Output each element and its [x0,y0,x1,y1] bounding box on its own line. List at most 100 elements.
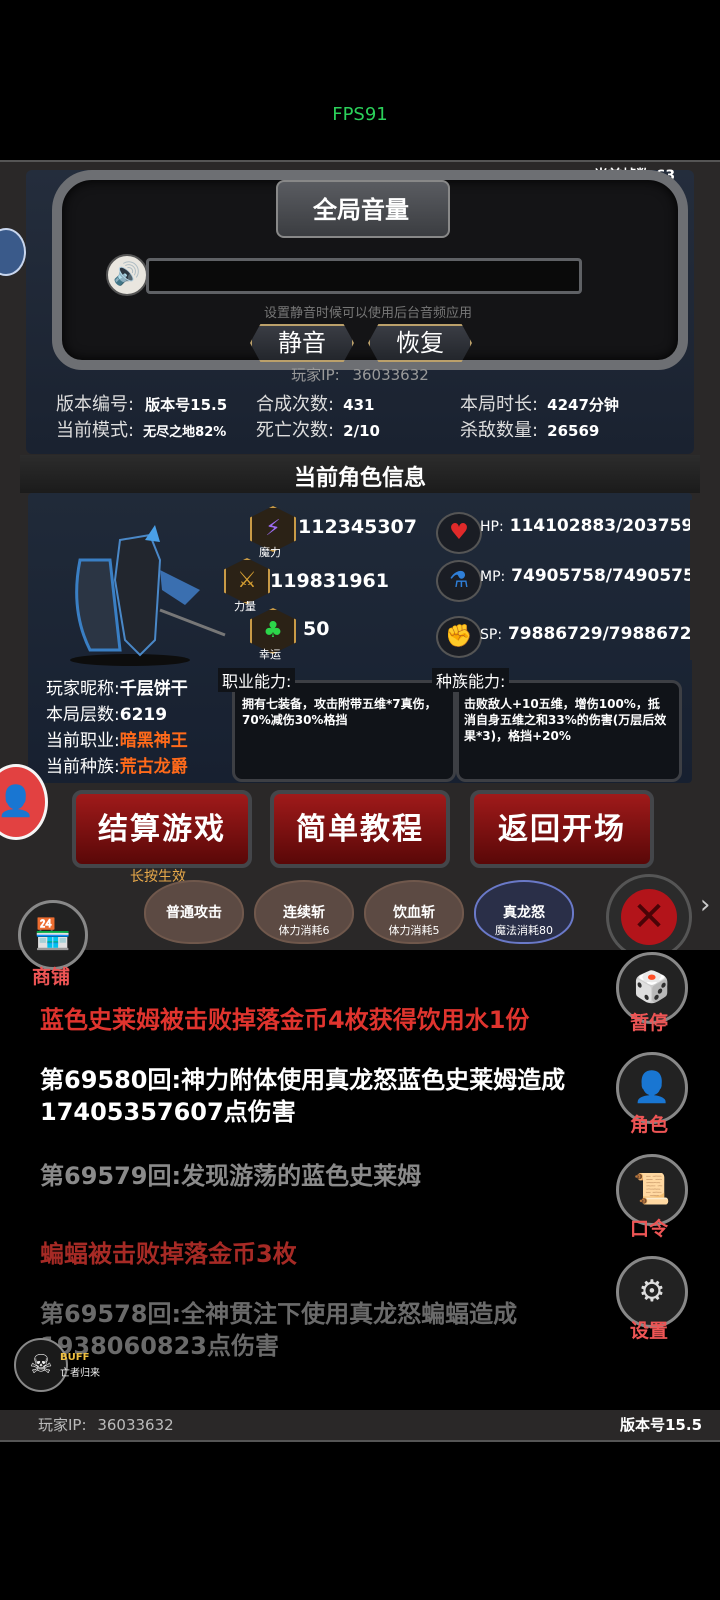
player-ip: 玩家IP: 36033632 [0,364,720,385]
stat-compose: 合成次数: 431 [256,390,374,416]
skill-name: 普通攻击 [166,905,222,921]
mp-label: MP: [480,569,506,585]
tutorial-label: 简单教程 [296,812,424,847]
command-label: 口令 [629,1218,668,1240]
character-sprite [50,520,230,670]
heart-icon: ♥ [436,512,482,554]
speaker-icon[interactable]: 🔊 [106,254,148,296]
mp-stat: MP: 74905758/7490575 [480,566,695,586]
class-ability-text: 拥有七装备，攻击附带五维*7真伤，70%减伤30%格挡 [242,697,437,727]
pause-label: 暂停 [629,1012,668,1034]
return-start-button[interactable]: 返回开场 [470,790,654,868]
skill-dragon-rage[interactable]: 真龙怒 魔法消耗80 [474,880,574,944]
luck-caption: 幸运 [259,648,281,661]
stat-version: 版本编号: 版本号15.5 [56,390,227,416]
stat-mode-value: 无尽之地82% [143,425,227,440]
volume-hint: 设置静音时候可以使用后台音频应用 [263,306,472,321]
shop-label: 商铺 [31,966,70,988]
volume-slider[interactable] [146,258,582,294]
stat-duration-label: 本局时长: [460,394,539,415]
role-section-title: 当前角色信息 [293,466,426,491]
mana-potion-icon: ⚗ [436,560,482,602]
magic-caption: 魔力 [259,546,281,559]
settle-game-label: 结算游戏 [98,812,226,847]
stat-death-label: 死亡次数: [256,420,335,441]
race-label: 当前种族: [46,757,120,777]
skill-continuous-slash[interactable]: 连续斩 体力消耗6 [254,880,354,944]
skill-cost: 体力消耗6 [278,924,330,937]
power-value: 119831961 [270,570,389,592]
stat-compose-label: 合成次数: [256,394,335,415]
skill-name: 连续斩 [283,905,325,921]
frame-edge [690,500,720,660]
stat-mode: 当前模式: 无尽之地82% [56,416,226,442]
stat-kills: 杀敌数量: 26569 [460,416,599,442]
hp-label: HP: [480,519,504,535]
log-line-1: 蓝色史莱姆被击败掉落金币4枚获得饮用水1份 [40,1006,530,1034]
buff-name: 亡者归来 [60,1368,100,1379]
race-ability-tag: 种族能力: [432,668,510,692]
role-label: 角色 [629,1114,668,1136]
log-line-2: 第69580回:神力附体使用真龙怒蓝色史莱姆造成17405357607点伤害 [40,1066,566,1126]
settle-game-button[interactable]: 结算游戏 [72,790,252,868]
class-ability-tag: 职业能力: [218,668,296,692]
mp-value: 74905758/7490575 [511,566,695,586]
stat-death-value: 2/10 [343,422,380,440]
skill-normal-attack[interactable]: 普通攻击 [144,880,244,944]
class-value: 暗黑神王 [119,731,188,751]
stat-kills-value: 26569 [547,422,600,440]
nickname-label: 玩家昵称: [46,679,120,699]
luck-value: 50 [303,618,330,640]
log-line-4: 蝙蝠被击败掉落金币3枚 [40,1240,297,1268]
skill-name: 真龙怒 [503,905,545,921]
fps-indicator: FPS91 [332,104,388,125]
hp-stat: HP: 114102883/203759 [480,516,693,536]
volume-title: 全局音量 [313,196,409,224]
player-ip-value: 36033632 [352,366,429,384]
skill-cost: 体力消耗5 [388,924,440,937]
nickname-line: 玩家昵称:千层饼干 [46,674,188,699]
magic-value: 112345307 [298,516,417,538]
skill-name: 饮血斩 [393,905,435,921]
return-start-label: 返回开场 [498,812,626,847]
class-label: 当前职业: [46,731,120,751]
race-line: 当前种族:荒古龙爵 [46,752,188,777]
settings-label: 设置 [629,1320,668,1342]
nickname-value: 千层饼干 [119,679,188,699]
tutorial-button[interactable]: 简单教程 [270,790,450,868]
footer-version: 版本号15.5 [620,1416,703,1434]
skill-cost: 魔法消耗80 [495,924,553,937]
sp-label: SP: [480,627,503,643]
restore-button[interactable]: 恢复 [368,324,472,362]
mute-button[interactable]: 静音 [250,324,354,362]
stat-compose-value: 431 [343,396,375,414]
sp-value: 79886729/7988672 [507,624,692,644]
log-line-5: 第69578回:全神贯注下使用真龙怒蝙蝠造成1938060823点伤害 [40,1300,518,1360]
stat-version-label: 版本编号: [56,394,135,415]
footer-ip: 玩家IP: 36033632 [38,1414,174,1435]
player-ip-label: 玩家IP: [291,366,340,384]
floor-value: 6219 [119,705,168,725]
shop-icon[interactable]: 🏪 [18,900,88,970]
sp-stat: SP: 79886729/7988672 [480,624,692,644]
buff-label: BUFF [60,1352,90,1363]
floor-label: 本局层数: [46,705,120,725]
class-line: 当前职业:暗黑神王 [46,726,188,751]
stat-death: 死亡次数: 2/10 [256,416,380,442]
hp-value: 114102883/203759 [509,516,694,536]
stat-duration-value: 4247分钟 [547,396,619,414]
close-icon[interactable]: ✕ [606,874,692,960]
footer-ip-value: 36033632 [97,1416,174,1434]
race-value: 荒古龙爵 [119,757,188,777]
stat-version-value: 版本号15.5 [145,396,228,414]
skill-blood-slash[interactable]: 饮血斩 体力消耗5 [364,880,464,944]
chevron-right-icon[interactable]: › [700,890,710,920]
power-caption: 力量 [234,600,256,613]
floor-line: 本局层数:6219 [46,700,167,725]
footer-ip-label: 玩家IP: [38,1416,87,1434]
stat-kills-label: 杀敌数量: [460,420,539,441]
log-line-3: 第69579回:发现游荡的蓝色史莱姆 [40,1162,422,1190]
race-ability-text: 击败敌人+10五维，增伤100%，抵消自身五维之和33%的伤害(万层后效果*3)… [464,697,667,743]
stamina-muscle-icon: ✊ [436,616,482,658]
stat-mode-label: 当前模式: [56,420,135,441]
